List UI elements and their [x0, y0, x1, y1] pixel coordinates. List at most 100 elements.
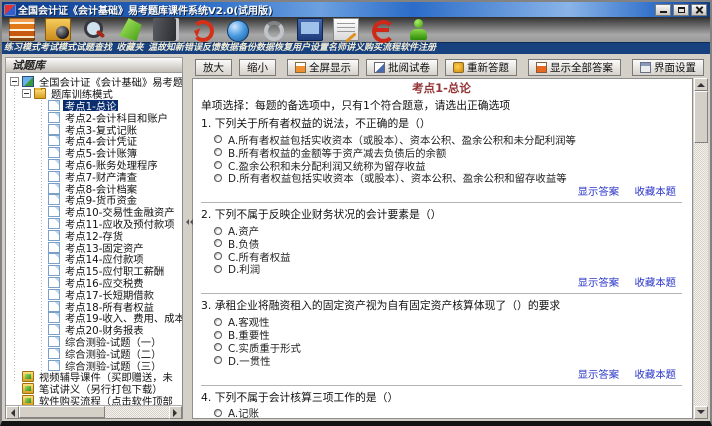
tree-item-topic[interactable]: 综合测验-试题（一） [8, 335, 182, 347]
radio-button[interactable] [214, 356, 222, 365]
tree-root-node[interactable]: 全国会计证《会计基础》易考题库 [8, 76, 182, 88]
tree-item-topic[interactable]: 考点1-总论 [8, 99, 182, 112]
radio-button[interactable] [214, 173, 222, 182]
tree-item-topic[interactable]: 综合测验-试题（三） [8, 359, 182, 371]
content-vertical-scrollbar[interactable] [694, 78, 708, 419]
tree-item-topic[interactable]: 考点18-所有者权益 [8, 300, 182, 312]
tree-item-topic[interactable]: 考点5-会计账簿 [8, 147, 182, 159]
tree-item-topic[interactable]: 考点8-会计档案 [8, 182, 182, 194]
question-bank-tree: 全国会计证《会计基础》易考题库 题库训练模式 考点1-总论 考点2-会计科目和账… [5, 73, 183, 419]
tree-item-topic[interactable]: 考点7-财产清查 [8, 170, 182, 182]
maximize-button[interactable] [673, 3, 689, 16]
tree-node-label: 综合测验-试题（三） [65, 360, 162, 371]
toolbar-button[interactable]: 数据恢复 [256, 17, 292, 54]
favorite-question-link[interactable]: 收藏本题 [634, 369, 676, 381]
radio-button[interactable] [214, 226, 222, 235]
show-answer-link[interactable]: 显示答案 [578, 369, 620, 381]
answer-option[interactable]: D.一贯性 [214, 354, 682, 367]
tree-item-topic[interactable]: 考点2-会计科目和账户 [8, 111, 182, 123]
option-label: A.资产 [228, 226, 260, 237]
answer-option[interactable]: D.利润 [214, 263, 682, 275]
toolbar-button[interactable]: 购买流程 [364, 17, 400, 54]
answer-option[interactable]: D.所有者权益包括实收资本（或股本）、资本公积、盈余公积和留存收益等 [214, 171, 682, 184]
toolbar-button[interactable]: 考试模式 [40, 17, 76, 54]
radio-button[interactable] [214, 317, 222, 326]
tree-item-topic[interactable]: 考点15-应付职工薪酬 [8, 265, 182, 277]
tree-item-topic[interactable]: 综合测验-试题（二） [8, 347, 182, 359]
panel-splitter[interactable] [184, 57, 193, 419]
scrollbar-thumb[interactable] [19, 406, 105, 418]
tree-item-topic[interactable]: 考点16-应交税费 [8, 276, 182, 288]
toolbar-button[interactable]: 温故知新 [148, 17, 184, 54]
zoom-in-button[interactable]: 放大 [195, 59, 232, 76]
fullscreen-button[interactable]: 全屏显示 [287, 59, 359, 76]
answer-option[interactable]: C.所有者权益 [214, 250, 682, 263]
tree-item-topic[interactable]: 考点12-存货 [8, 229, 182, 241]
minimize-button[interactable] [655, 3, 671, 16]
tree-item-topic[interactable]: 考点11-应收及预付款项 [8, 217, 182, 229]
answer-option[interactable]: A.资产 [214, 224, 682, 237]
tree-item-topic[interactable]: 考点6-账务处理程序 [8, 158, 182, 170]
scroll-up-icon[interactable] [694, 78, 708, 91]
toolbar-button[interactable]: 软件注册 [400, 17, 436, 54]
favorite-question-link[interactable]: 收藏本题 [634, 277, 676, 289]
radio-button[interactable] [214, 343, 222, 352]
tree-item-topic[interactable]: 考点20-财务报表 [8, 324, 182, 336]
favorite-question-link[interactable]: 收藏本题 [634, 186, 676, 198]
tree-item-topic[interactable]: 考点3-复式记账 [8, 123, 182, 135]
show-answer-link[interactable]: 显示答案 [578, 277, 620, 289]
collapse-box-icon[interactable] [22, 89, 31, 99]
show-answer-link[interactable]: 显示答案 [578, 186, 620, 198]
scrollbar-track[interactable] [19, 406, 169, 418]
scrollbar-track[interactable] [694, 91, 708, 406]
tree-item-extra[interactable]: 笔试讲义（另行打包下载） [8, 383, 182, 395]
redo-answers-button[interactable]: 重新答题 [445, 59, 517, 76]
answer-option[interactable]: B.负债 [214, 237, 682, 250]
scroll-left-icon[interactable] [6, 406, 19, 419]
answer-option[interactable]: B.重要性 [214, 328, 682, 341]
tree-item-topic[interactable]: 考点9-货币资金 [8, 194, 182, 206]
toolbar-button[interactable]: 用户设置 [292, 17, 328, 54]
answer-option[interactable]: C.盈余公积和未分配利润又统称为留存收益 [214, 159, 682, 171]
toolbar-button[interactable]: 试题查找 [76, 17, 112, 54]
tree-item-topic[interactable]: 考点19-收入、费用、成本 [8, 312, 182, 324]
toolbar-button[interactable]: 练习模式 [4, 17, 40, 54]
radio-button[interactable] [214, 148, 222, 157]
toolbar-button[interactable]: 名师讲义 [328, 17, 364, 54]
tree-item-extra[interactable]: 视频辅导课件（买即赠送，未 [8, 371, 182, 383]
toolbar-button[interactable]: 收藏夹 [112, 17, 148, 54]
answer-option[interactable]: C.实质重于形式 [214, 341, 682, 354]
radio-button[interactable] [214, 264, 222, 273]
ui-settings-button[interactable]: 界面设置 [632, 59, 704, 76]
tree-item-topic[interactable]: 考点14-应付款项 [8, 253, 182, 265]
tree-item-topic[interactable]: 考点4-会计凭证 [8, 135, 182, 147]
answer-option[interactable]: B.所有者权益的金额等于资产减去负债后的余额 [214, 146, 682, 159]
answer-option[interactable]: A.客观性 [214, 315, 682, 328]
scrollbar-thumb[interactable] [694, 91, 708, 143]
grade-paper-button[interactable]: 批阅试卷 [366, 59, 438, 76]
scroll-right-icon[interactable] [169, 406, 182, 419]
radio-button[interactable] [214, 160, 222, 169]
tree-item-topic[interactable]: 考点17-长短期借款 [8, 288, 182, 300]
show-all-answers-button[interactable]: 显示全部答案 [528, 59, 621, 76]
radio-button[interactable] [214, 408, 222, 417]
toolbar-button[interactable]: 错误反馈 [184, 17, 220, 54]
answer-option[interactable]: A.所有者权益包括实收资本（或股本）、资本公积、盈余公积和未分配利润等 [214, 133, 682, 146]
scroll-down-icon[interactable] [694, 406, 708, 419]
toolbar-button[interactable]: 数据备份 [220, 17, 256, 54]
collapse-box-icon[interactable] [10, 77, 19, 87]
question-block: 2. 下列不属于反映企业财务状况的会计要素是（） A.资产 B.负债 C.所有者… [201, 208, 682, 295]
radio-button[interactable] [214, 252, 222, 261]
answer-option[interactable]: A.记账 [214, 407, 682, 418]
sidebar: 试题库 全国会计证《会计基础》易考题库 题库训练模式 考点1-总论 考点2-会计… [5, 57, 183, 419]
zoom-out-button[interactable]: 缩小 [239, 59, 276, 76]
tree-item-topic[interactable]: 考点10-交易性金融资产 [8, 206, 182, 218]
radio-button[interactable] [214, 135, 222, 144]
tree-horizontal-scrollbar[interactable] [6, 405, 182, 419]
tree-item-extra[interactable]: 软件购买流程（点击软件顶部 [8, 394, 182, 405]
radio-button[interactable] [214, 330, 222, 339]
tree-item-topic[interactable]: 考点13-固定资产 [8, 241, 182, 253]
tree-group-node[interactable]: 题库训练模式 [8, 87, 182, 100]
close-button[interactable] [691, 3, 707, 16]
radio-button[interactable] [214, 239, 222, 248]
